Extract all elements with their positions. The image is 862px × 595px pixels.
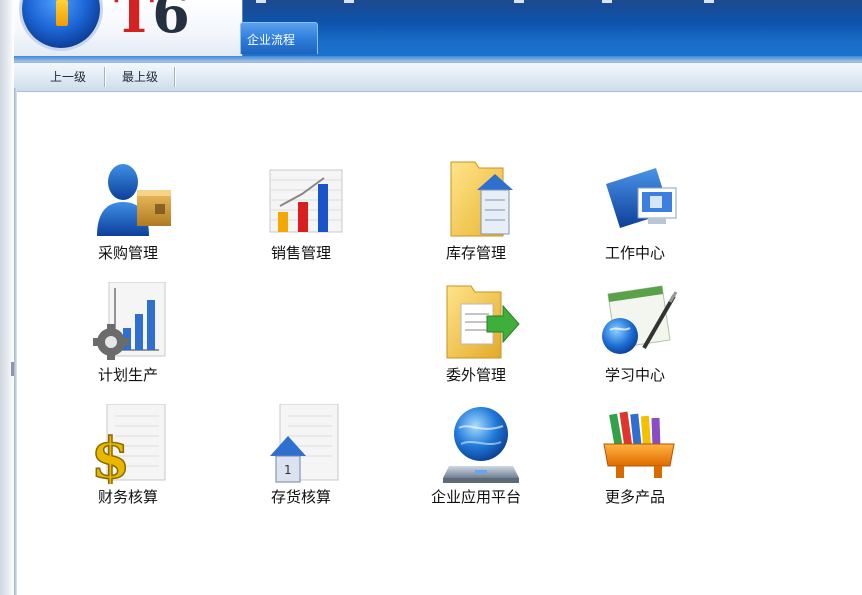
up-one-level-button[interactable]: 上一级 — [50, 63, 86, 91]
nav-separator — [104, 67, 105, 87]
outsourcing-folder-arrow-icon — [446, 285, 520, 359]
module-outsourcing[interactable]: 委外管理 — [406, 282, 546, 392]
module-purchasing[interactable]: 采购管理 — [58, 160, 198, 270]
logo-emblem-icon — [22, 0, 100, 48]
module-label: 采购管理 — [97, 244, 158, 262]
app-logo: T6 — [14, 0, 243, 56]
module-more-products[interactable]: 更多产品 — [565, 404, 705, 514]
svg-text:1: 1 — [284, 463, 292, 477]
enterprise-platform-globe-icon — [443, 407, 519, 483]
learning-center-globe-pen-icon — [602, 285, 678, 354]
module-label: 学习中心 — [604, 366, 665, 384]
production-plan-chart-gear-icon — [93, 282, 166, 360]
stock-accounting-house-document-icon: 1 — [270, 404, 339, 483]
module-label: 更多产品 — [604, 488, 665, 506]
window-left-edge — [0, 0, 14, 595]
top-level-button[interactable]: 最上级 — [122, 63, 158, 91]
more-products-books-icon — [603, 411, 675, 478]
module-sales[interactable]: 销售管理 — [231, 160, 371, 270]
module-production-plan[interactable]: 计划生产 — [58, 282, 198, 392]
nav-separator — [174, 67, 175, 87]
module-work-center[interactable]: 工作中心 — [565, 160, 705, 270]
module-stock-accounting[interactable]: 1 存货核算 — [231, 404, 371, 514]
tab-enterprise-process[interactable]: 企业流程 — [240, 22, 318, 54]
module-finance-accounting[interactable]: $ 财务核算 — [58, 404, 198, 514]
module-label: 存货核算 — [270, 488, 331, 506]
purchasing-person-box-icon — [97, 164, 171, 236]
logo-text: T6 — [114, 0, 190, 45]
module-label: 工作中心 — [604, 244, 665, 262]
module-label: 库存管理 — [445, 244, 506, 262]
module-label: 企业应用平台 — [430, 488, 521, 506]
module-enterprise-platform[interactable]: 企业应用平台 — [406, 404, 546, 514]
work-center-monitor-icon — [606, 168, 677, 228]
module-inventory[interactable]: 库存管理 — [406, 160, 546, 270]
content-left-border — [14, 88, 17, 595]
module-label: 财务核算 — [97, 488, 158, 506]
module-label: 计划生产 — [97, 366, 158, 384]
module-learning-center[interactable]: 学习中心 — [565, 282, 705, 392]
navigation-bar: 上一级 最上级 — [14, 62, 862, 92]
finance-dollar-document-icon: $ — [93, 404, 166, 484]
module-label: 委外管理 — [445, 366, 506, 384]
t6-main-window: T6 企业流程 上一级 最上级 采购管理 销售管理 库存管理 工作中心 计划生产… — [0, 0, 862, 595]
sales-bar-chart-icon — [269, 169, 343, 233]
module-label: 销售管理 — [270, 244, 331, 262]
inventory-folder-house-icon — [450, 161, 513, 237]
svg-text:$: $ — [93, 426, 130, 484]
